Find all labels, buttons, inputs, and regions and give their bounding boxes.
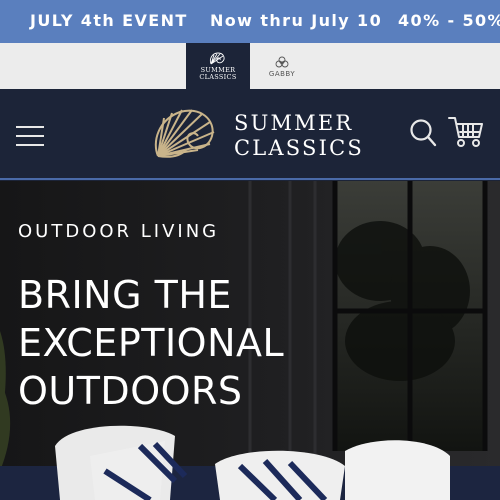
hero-title-line-2: EXCEPTIONAL bbox=[18, 321, 285, 365]
promo-event: JULY 4th EVENT bbox=[30, 11, 188, 30]
hero-banner[interactable]: OUTDOOR LIVING BRING THE EXCEPTIONAL OUT… bbox=[0, 181, 500, 500]
logo-line-2: CLASSICS bbox=[234, 136, 364, 160]
cart-icon[interactable] bbox=[448, 115, 484, 149]
summer-classics-shell-icon bbox=[209, 52, 225, 65]
summer-classics-logo[interactable]: SUMMER CLASSICS bbox=[150, 104, 362, 166]
menu-icon[interactable] bbox=[16, 122, 46, 148]
hero-title-line-1: BRING THE bbox=[18, 273, 232, 317]
hero-title-line-3: OUTDOORS bbox=[18, 369, 243, 413]
brand-tabs: SUMMER CLASSICS GABBY bbox=[0, 43, 500, 89]
hero-title: BRING THE EXCEPTIONAL OUTDOORS bbox=[18, 271, 284, 415]
promo-banner[interactable]: JULY 4th EVENT Now thru July 10 40% - 50… bbox=[0, 0, 500, 43]
tab-gabby-label: GABBY bbox=[268, 69, 296, 78]
shell-logo-icon bbox=[154, 109, 215, 158]
promo-dates: Now thru July 10 bbox=[210, 11, 383, 30]
tab-summer-label-2: CLASSICS bbox=[199, 73, 237, 81]
tab-summer-classics[interactable]: SUMMER CLASSICS bbox=[186, 43, 250, 89]
promo-discount: 40% - 50% bbox=[398, 11, 500, 30]
search-icon[interactable] bbox=[409, 118, 437, 148]
tab-gabby[interactable]: GABBY bbox=[250, 43, 314, 89]
gabby-flower-icon bbox=[275, 56, 289, 67]
hero-eyebrow: OUTDOOR LIVING bbox=[18, 221, 220, 242]
logo-line-1: SUMMER bbox=[234, 111, 354, 135]
